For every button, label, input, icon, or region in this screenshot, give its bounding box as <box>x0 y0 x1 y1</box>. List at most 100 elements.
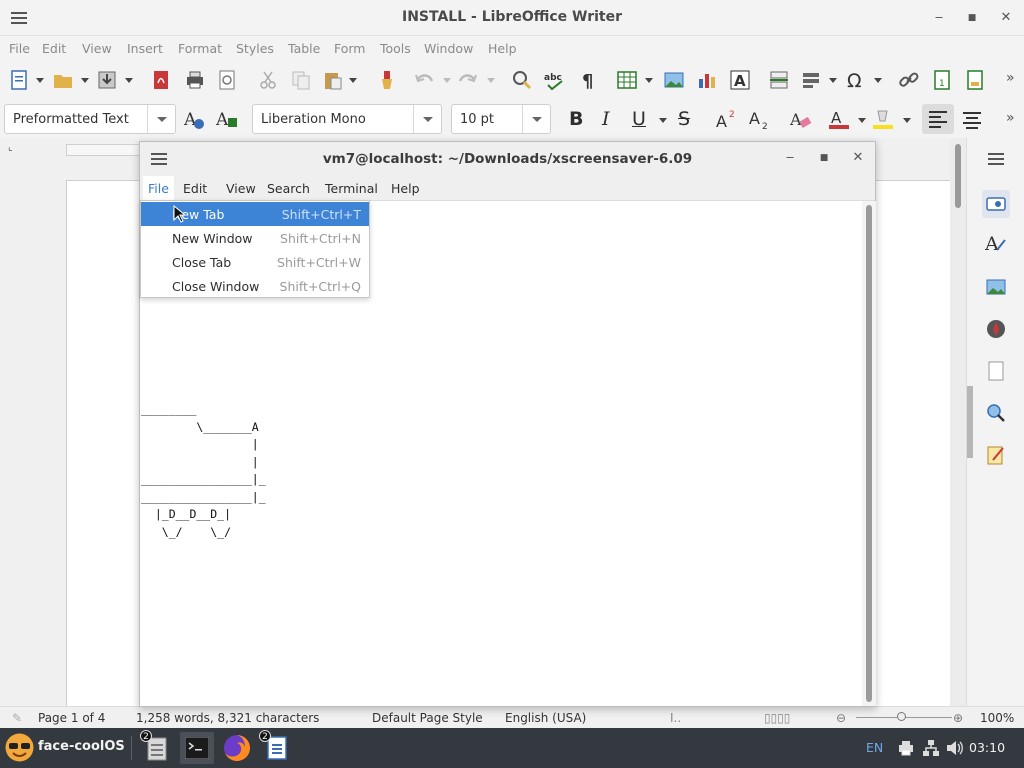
italic-button[interactable]: I <box>602 108 610 130</box>
subscript-icon[interactable]: A2 <box>749 108 771 130</box>
font-size-dropdown-icon[interactable] <box>522 105 550 133</box>
terminal-minimize-button[interactable]: ‒ <box>782 150 798 166</box>
underline-dropdown-arrow-icon[interactable] <box>659 118 667 123</box>
language-status[interactable]: English (USA) <box>505 711 586 725</box>
insert-field-icon[interactable] <box>800 69 822 91</box>
open-dropdown-arrow-icon[interactable] <box>81 78 89 83</box>
lo-maximize-button[interactable]: ■ <box>964 10 980 26</box>
zoom-out-icon[interactable]: ⊖ <box>836 711 846 725</box>
terminal-scrollbar[interactable] <box>862 201 876 706</box>
terminal-menu-terminal[interactable]: Terminal <box>320 176 383 201</box>
paste-dropdown-arrow-icon[interactable] <box>349 78 357 83</box>
copy-icon[interactable] <box>290 69 312 91</box>
document-scrollbar[interactable] <box>950 138 966 706</box>
comment-icon[interactable] <box>964 69 986 91</box>
page-break-icon[interactable] <box>768 69 790 91</box>
lo-menu-edit[interactable]: Edit <box>42 41 66 56</box>
insert-table-icon[interactable] <box>616 69 638 91</box>
new-style-icon[interactable]: A <box>216 108 238 130</box>
new-document-icon[interactable] <box>8 69 30 91</box>
firefox-icon[interactable] <box>222 733 252 763</box>
spelling-icon[interactable]: abc <box>544 69 566 91</box>
print-icon[interactable] <box>184 69 206 91</box>
printer-icon[interactable] <box>898 740 914 756</box>
font-color-icon[interactable]: A <box>828 108 850 130</box>
save-icon[interactable] <box>96 69 118 91</box>
terminal-taskbar-button[interactable] <box>180 732 214 764</box>
export-pdf-icon[interactable] <box>150 69 172 91</box>
clock[interactable]: 03:10 <box>969 740 1005 755</box>
underline-button[interactable]: U <box>632 108 646 130</box>
lo-menu-format[interactable]: Format <box>178 41 222 56</box>
terminal-menu-file[interactable]: File <box>143 176 174 201</box>
terminal-menu-help[interactable]: Help <box>386 176 425 201</box>
lo-menu-insert[interactable]: Insert <box>127 41 163 56</box>
lo-minimize-button[interactable]: ‒ <box>931 10 947 26</box>
special-char-dropdown-arrow-icon[interactable] <box>874 78 882 83</box>
save-dropdown-arrow-icon[interactable] <box>125 78 133 83</box>
gallery-icon[interactable] <box>985 276 1007 298</box>
lo-menu-window[interactable]: Window <box>424 41 473 56</box>
font-name-dropdown-icon[interactable] <box>413 105 441 133</box>
lo-menu-form[interactable]: Form <box>334 41 366 56</box>
keyboard-layout-indicator[interactable]: EN <box>866 740 883 755</box>
lo-close-button[interactable]: ✕ <box>998 10 1014 26</box>
paragraph-style-combo[interactable]: Preformatted Text <box>4 104 176 134</box>
navigator-icon[interactable] <box>985 318 1007 340</box>
special-character-icon[interactable]: Ω <box>845 69 867 91</box>
redo-icon[interactable] <box>456 69 478 91</box>
lo-menu-table[interactable]: Table <box>288 41 320 56</box>
terminal-scrollbar-thumb[interactable] <box>866 205 872 702</box>
print-preview-icon[interactable] <box>216 69 238 91</box>
undo-dropdown-arrow-icon[interactable] <box>443 78 451 83</box>
open-folder-icon[interactable] <box>52 69 74 91</box>
styles-icon[interactable]: A <box>985 232 1007 254</box>
insert-textbox-icon[interactable]: A <box>729 69 751 91</box>
network-icon[interactable] <box>922 739 940 757</box>
font-size-combo[interactable]: 10 pt <box>451 104 551 134</box>
word-count-status[interactable]: 1,258 words, 8,321 characters <box>136 711 319 725</box>
highlight-dropdown-arrow-icon[interactable] <box>903 118 911 123</box>
manage-changes-icon[interactable] <box>985 444 1007 466</box>
undo-icon[interactable] <box>414 69 436 91</box>
paste-icon[interactable] <box>322 69 344 91</box>
menu-item-close-window[interactable]: Close Window Shift+Ctrl+Q <box>141 274 369 298</box>
align-center-icon[interactable] <box>961 110 983 132</box>
lo-menu-styles[interactable]: Styles <box>236 41 274 56</box>
volume-icon[interactable] <box>946 740 964 756</box>
superscript-icon[interactable]: A2 <box>716 108 738 130</box>
table-dropdown-arrow-icon[interactable] <box>645 78 653 83</box>
formatting-marks-icon[interactable]: ¶ <box>578 69 600 91</box>
document-scrollbar-thumb[interactable] <box>955 144 961 208</box>
strikethrough-button[interactable]: S <box>678 108 690 130</box>
zoom-slider-handle[interactable] <box>897 712 906 721</box>
cut-icon[interactable] <box>257 69 279 91</box>
redo-dropdown-arrow-icon[interactable] <box>487 78 495 83</box>
zoom-level[interactable]: 100% <box>980 711 1014 725</box>
terminal-menu-view[interactable]: View <box>221 176 261 201</box>
terminal-menu-edit[interactable]: Edit <box>178 176 212 201</box>
sidebar-menu-icon[interactable] <box>988 153 1004 165</box>
clear-formatting-icon[interactable]: A <box>790 108 812 130</box>
menu-item-new-window[interactable]: New Window Shift+Ctrl+N <box>141 226 369 250</box>
hyperlink-icon[interactable] <box>898 69 920 91</box>
style-inspector-icon[interactable] <box>985 402 1007 424</box>
terminal-maximize-button[interactable]: ■ <box>816 150 832 166</box>
lo-menu-help[interactable]: Help <box>488 41 517 56</box>
lo-menu-view[interactable]: View <box>82 41 112 56</box>
tab-stop-icon[interactable]: ⌞ <box>8 142 13 153</box>
insert-chart-icon[interactable] <box>696 69 718 91</box>
insert-mode-status[interactable]: I.. <box>670 711 681 725</box>
format-toolbar-overflow-icon[interactable]: » <box>1006 110 1015 126</box>
cool-face-logo-icon[interactable] <box>4 732 35 763</box>
bold-button[interactable]: B <box>569 108 583 130</box>
align-left-button[interactable] <box>922 104 954 134</box>
page-icon[interactable] <box>985 360 1007 382</box>
os-menu-label[interactable]: face-coolOS <box>38 739 125 754</box>
find-replace-icon[interactable] <box>511 69 533 91</box>
terminal-menu-search[interactable]: Search <box>262 176 315 201</box>
lo-menu-file[interactable]: File <box>9 41 30 56</box>
clone-formatting-icon[interactable] <box>376 69 398 91</box>
new-dropdown-arrow-icon[interactable] <box>36 78 44 83</box>
terminal-close-button[interactable]: ✕ <box>850 150 866 166</box>
